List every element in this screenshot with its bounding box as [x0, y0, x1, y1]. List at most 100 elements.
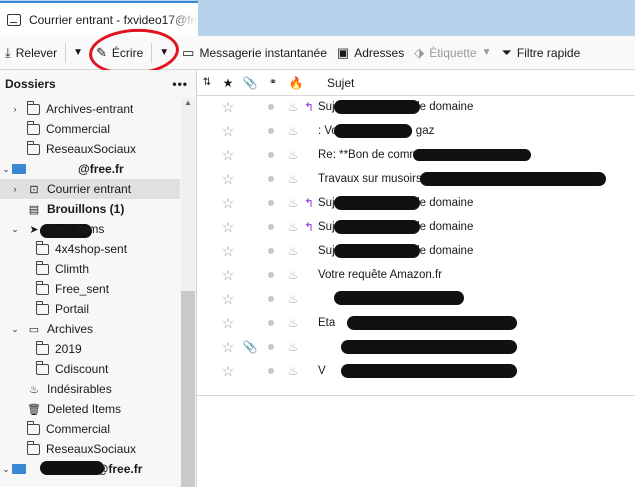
redaction-mark: [341, 364, 517, 378]
junk-status-icon[interactable]: ♨: [286, 364, 300, 378]
junk-status-icon[interactable]: ♨: [286, 172, 300, 186]
collapse-chevron-icon[interactable]: ⌄: [9, 324, 21, 335]
junk-status-icon[interactable]: ♨: [286, 196, 300, 210]
sent-icon: ➤: [29, 223, 39, 236]
star-icon[interactable]: ☆: [219, 219, 237, 236]
expand-chevron-icon[interactable]: ›: [9, 104, 21, 114]
folder-item[interactable]: Portail: [0, 299, 180, 319]
folder-scrollbar-thumb[interactable]: [181, 291, 195, 487]
folder-icon: [27, 120, 40, 135]
read-status-icon[interactable]: [268, 104, 274, 110]
collapse-chevron-icon[interactable]: ⌄: [0, 164, 12, 175]
collapse-chevron-icon[interactable]: ⌄: [0, 464, 12, 475]
subject-column-header[interactable]: Sujet: [327, 76, 354, 90]
tag-button[interactable]: ⬗ Étiquette ▼: [409, 40, 496, 66]
star-icon[interactable]: ☆: [219, 99, 237, 116]
folder-icon: [36, 360, 49, 375]
junk-status-icon[interactable]: ♨: [286, 148, 300, 162]
folder-pane-menu-icon[interactable]: •••: [172, 77, 188, 91]
account-item[interactable]: ⌄ @free.fr: [0, 159, 180, 179]
account-label: @free.fr: [78, 162, 124, 176]
replied-arrow-icon: ↰: [304, 196, 315, 210]
read-status-icon[interactable]: [268, 200, 274, 206]
get-messages-button[interactable]: ⤓ Relever: [0, 40, 62, 66]
expand-chevron-icon[interactable]: ›: [9, 184, 21, 194]
star-icon[interactable]: ☆: [219, 171, 237, 188]
read-status-icon[interactable]: [268, 272, 274, 278]
folder-item[interactable]: 4x4shop-sent: [0, 239, 180, 259]
folder-item[interactable]: 2019: [0, 339, 180, 359]
attachment-column-icon[interactable]: 📎: [239, 76, 261, 90]
folder-item[interactable]: ReseauxSociaux: [0, 439, 180, 459]
message-row[interactable]: ☆ ♨ Éta: [197, 311, 635, 335]
read-status-icon[interactable]: [268, 368, 274, 374]
star-icon[interactable]: ☆: [219, 123, 237, 140]
folder-item-archives[interactable]: ⌄ ▭ Archives: [0, 319, 180, 339]
folder-item[interactable]: Free_sent: [0, 279, 180, 299]
message-row[interactable]: ☆♨↰Sujet : Achat Nom de domaine: [197, 215, 635, 239]
message-row[interactable]: ☆♨↰Sujet : Achat Nom de domaine: [197, 95, 635, 119]
junk-status-icon[interactable]: ♨: [286, 268, 300, 282]
star-icon[interactable]: ☆: [219, 291, 237, 308]
junk-status-icon[interactable]: ♨: [286, 124, 300, 138]
folder-item[interactable]: Commercial: [0, 119, 180, 139]
folder-item-trash[interactable]: 🗑 Deleted Items: [0, 399, 180, 419]
thread-column-icon[interactable]: ⇅: [197, 77, 217, 88]
star-column-icon[interactable]: ★: [217, 76, 239, 90]
folder-item-junk[interactable]: ♨ Indésirables: [0, 379, 180, 399]
message-row[interactable]: ☆ ♨: [197, 287, 635, 311]
collapse-chevron-icon[interactable]: ⌄: [9, 224, 21, 235]
message-row[interactable]: ☆♨Sujet : Achat Nom de domaine: [197, 239, 635, 263]
folder-item-drafts[interactable]: ▤ Brouillons (1): [0, 199, 180, 219]
inbox-icon: ⊡: [29, 183, 39, 196]
tab-inbox[interactable]: Courrier entrant - fxvideo17@free.fr: [0, 1, 198, 36]
folder-label: ReseauxSociaux: [46, 142, 137, 156]
message-row[interactable]: ☆ ♨ Votre requête Amazon.fr: [197, 263, 635, 287]
message-row[interactable]: ☆ 📎 ♨: [197, 335, 635, 359]
read-status-icon[interactable]: [268, 320, 274, 326]
scroll-up-icon[interactable]: ▲: [181, 98, 195, 112]
folder-item-sent[interactable]: ⌄ ➤ Sent Items: [0, 219, 180, 239]
read-column-icon[interactable]: ⚭: [261, 77, 285, 88]
folder-item[interactable]: Cdiscount: [0, 359, 180, 379]
read-status-icon[interactable]: [268, 224, 274, 230]
folder-item[interactable]: ReseauxSociaux: [0, 139, 180, 159]
chat-button[interactable]: ▭ Messagerie instantanée: [177, 40, 332, 66]
folder-item[interactable]: Climth: [0, 259, 180, 279]
message-row[interactable]: ☆ ♨ Re: **Bon de commande ScanNav**: [197, 143, 635, 167]
read-status-icon[interactable]: [268, 176, 274, 182]
get-messages-dropdown-icon[interactable]: ▼: [69, 47, 87, 58]
read-status-icon[interactable]: [268, 344, 274, 350]
message-row[interactable]: ☆♨↰Sujet : Achat Nom de domaine: [197, 191, 635, 215]
read-status-icon[interactable]: [268, 248, 274, 254]
message-row[interactable]: ☆ ♨ Travaux sur musoirs -: [197, 167, 635, 191]
message-row[interactable]: ☆♨: Votre livraison de gaz: [197, 119, 635, 143]
read-status-icon[interactable]: [268, 128, 274, 134]
folder-item[interactable]: › Archives-entrant: [0, 99, 180, 119]
download-icon: ⤓: [5, 44, 11, 60]
junk-status-icon[interactable]: ♨: [286, 340, 300, 354]
trash-icon: 🗑: [27, 403, 41, 416]
star-icon[interactable]: ☆: [219, 243, 237, 260]
message-row[interactable]: ☆ ♨ V: [197, 359, 635, 383]
star-icon[interactable]: ☆: [219, 315, 237, 332]
message-list-header: ⇅ ★ 📎 ⚭ 🔥 Sujet: [197, 70, 635, 96]
junk-status-icon[interactable]: ♨: [286, 244, 300, 258]
read-status-icon[interactable]: [268, 296, 274, 302]
address-book-button[interactable]: ▣ Adresses: [332, 40, 409, 66]
star-icon[interactable]: ☆: [219, 147, 237, 164]
folder-icon: [36, 300, 49, 315]
quick-filter-button[interactable]: ⏷ Filtre rapide: [497, 40, 586, 66]
star-icon[interactable]: ☆: [219, 339, 237, 356]
junk-status-icon[interactable]: ♨: [286, 292, 300, 306]
junk-column-icon[interactable]: 🔥: [285, 76, 307, 90]
junk-status-icon[interactable]: ♨: [286, 100, 300, 114]
junk-status-icon[interactable]: ♨: [286, 316, 300, 330]
junk-status-icon[interactable]: ♨: [286, 220, 300, 234]
star-icon[interactable]: ☆: [219, 195, 237, 212]
star-icon[interactable]: ☆: [219, 363, 237, 380]
folder-item[interactable]: Commercial: [0, 419, 180, 439]
folder-item-inbox[interactable]: › ⊡ Courrier entrant: [0, 179, 180, 199]
read-status-icon[interactable]: [268, 152, 274, 158]
star-icon[interactable]: ☆: [219, 267, 237, 284]
